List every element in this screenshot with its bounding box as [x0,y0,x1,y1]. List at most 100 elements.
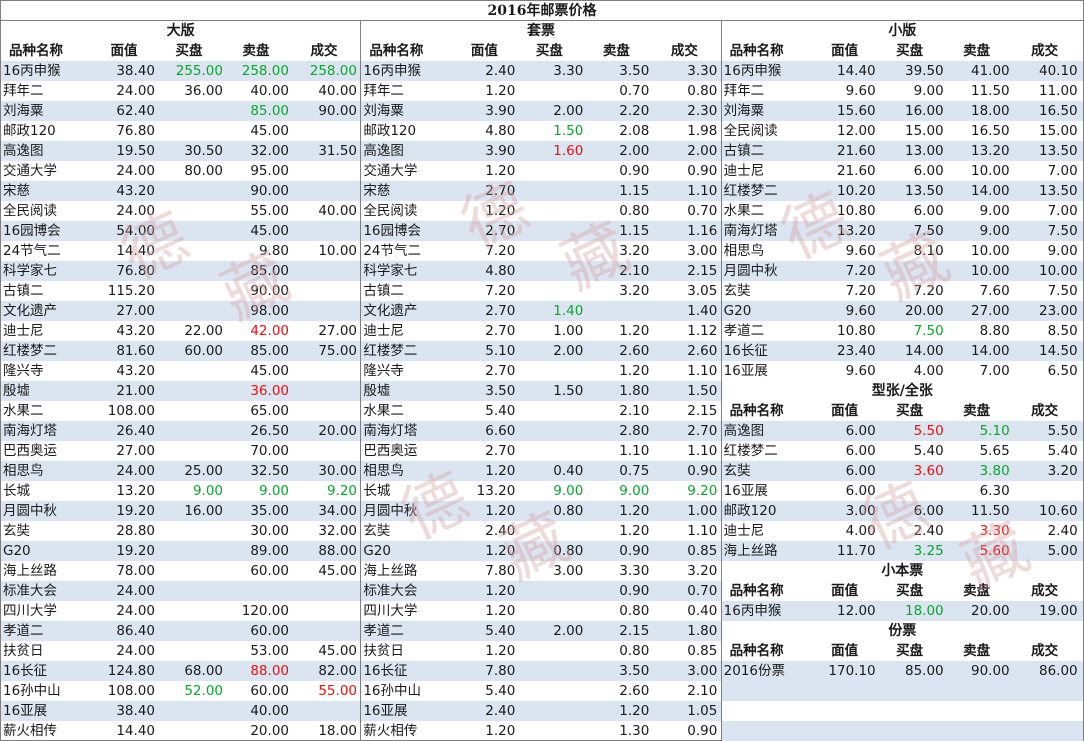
ask-price: 1.10 [619,443,650,459]
bid-price [155,441,223,461]
bid-price [515,81,583,101]
bid-price: 68.00 [184,663,223,679]
deal-price: 1.10 [687,523,718,539]
table-row: 迪士尼 43.20 22.00 42.00 27.00 [1,321,360,341]
variety-name: 红楼梦二 [723,443,778,459]
deal-price: 1.05 [687,703,718,719]
table-row: 16丙申猴 38.40 255.00 258.00 258.00 [1,61,361,81]
deal-price [1010,481,1080,501]
price-sheet: 2016年邮票价格 大版 品种名称 面值 买盘 卖盘 成交 16丙申猴 38.40 255.00… [0,0,1084,741]
face-value: 3.90 [485,103,516,119]
table-row: 月圆中秋 19.20 16.00 35.00 34.00 [1,501,361,521]
table-row: 玄奘 28.80 30.00 32.00 [1,521,360,541]
ask-price: 36.00 [250,383,289,399]
empty-row [722,701,1083,721]
face-value: 7.20 [485,243,516,259]
variety-name: 全民阅读 [3,203,57,219]
face-value: 13.20 [476,483,516,499]
bid-price: 0.40 [553,463,584,479]
table-row: 隆兴寺 2.70 1.20 1.10 [361,361,720,381]
ask-price: 0.80 [619,603,650,619]
face-value: 54.00 [116,223,155,239]
face-value: 108.00 [107,403,155,419]
deal-price: 3.20 [687,563,718,579]
table-row: 16长征 23.40 14.00 14.00 14.50 [721,341,1083,361]
bid-price [515,241,583,261]
ask-price: 0.70 [619,83,650,99]
variety-name: 扶贫日 [363,643,404,659]
face-value: 24.00 [116,463,155,479]
bid-price [155,101,223,121]
ask-price: 2.20 [619,103,650,119]
bid-price [155,701,223,721]
ask-price: 45.00 [250,123,289,139]
deal-price: 1.10 [687,363,718,379]
variety-name: 24节气二 [363,243,422,259]
table-row: 海上丝路 11.70 3.25 5.60 5.00 [721,541,1083,561]
deal-price [289,621,359,641]
bid-price: 6.00 [913,163,944,179]
table-row: 红楼梦二 10.20 13.50 14.00 13.50 [721,181,1083,201]
variety-name: 16长征 [3,663,48,679]
table-row: 16亚展 38.40 40.00 [1,701,361,721]
deal-price: 2.70 [687,423,718,439]
deal-price: 6.50 [1047,363,1078,379]
variety-name: 红楼梦二 [3,343,57,359]
ask-price: 35.00 [250,503,289,519]
table-row: 殷墟 21.00 36.00 [1,381,361,401]
ask-price: 2.10 [619,403,650,419]
ask-price: 0.90 [619,543,650,559]
table-row: 全民阅读 1.20 0.80 0.70 [361,201,720,221]
deal-price: 3.05 [687,283,718,299]
deal-price: 55.00 [318,683,357,699]
face-value: 124.80 [107,663,155,679]
ask-price: 2.80 [619,423,650,439]
deal-price: 86.00 [1039,663,1078,679]
ask-price: 9.80 [258,243,289,259]
variety-name: 玄奘 [723,463,751,479]
table-row: 高逸图 3.90 1.60 2.00 2.00 [361,141,721,161]
variety-name: 水果二 [723,203,765,219]
deal-price [289,381,359,401]
table-row: 水果二 5.40 2.10 2.15 [361,401,720,421]
face-value: 6.00 [845,483,876,499]
table-row: 科学家七 76.80 85.00 [1,261,361,281]
deal-price [289,401,359,421]
table-row: 邮政120 76.80 45.00 [1,121,360,141]
deal-price [289,161,359,181]
bid-price [515,261,583,281]
header-variety-name: 品种名称 [369,43,424,59]
face-value: 1.20 [485,543,516,559]
variety-name: 迪士尼 [363,323,404,339]
table-row: 16亚展 6.00 6.30 [722,481,1083,501]
column-set: 套票 品种名称 面值 买盘 卖盘 成交 16丙申猴 2.40 3.30 3.50 3.30 拜年二 1.… [361,21,722,741]
ask-price: 55.00 [250,203,289,219]
table-row: 红楼梦二 81.60 60.00 85.00 75.00 [1,341,361,361]
face-value: 5.40 [485,623,516,639]
ask-price: 30.00 [250,523,289,539]
deal-price [289,121,359,141]
deal-price: 1.10 [687,183,718,199]
ask-price: 3.30 [979,523,1010,539]
header-variety-name: 品种名称 [729,43,784,59]
face-value: 7.20 [845,283,876,299]
bid-price: 1.00 [553,323,584,339]
header-row: 品种名称 面值 买盘 卖盘 成交 [722,641,1083,661]
face-value: 86.40 [116,623,155,639]
bid-price [876,261,944,281]
ask-price: 3.20 [619,243,650,259]
variety-name: 16丙申猴 [723,63,782,79]
deal-price: 2.10 [687,683,718,699]
variety-name: 16亚展 [3,703,48,719]
face-value: 1.20 [485,723,516,739]
bid-price: 2.40 [913,523,944,539]
variety-name: 隆兴寺 [3,363,44,379]
ask-price: 60.00 [250,563,289,579]
table-row: 长城 13.20 9.00 9.00 9.20 [1,481,360,501]
variety-name: 科学家七 [3,263,57,279]
face-value: 24.00 [116,583,155,599]
deal-price: 1.00 [687,503,718,519]
variety-name: 水果二 [363,403,404,419]
bid-price [155,601,223,621]
deal-price: 2.30 [687,103,718,119]
